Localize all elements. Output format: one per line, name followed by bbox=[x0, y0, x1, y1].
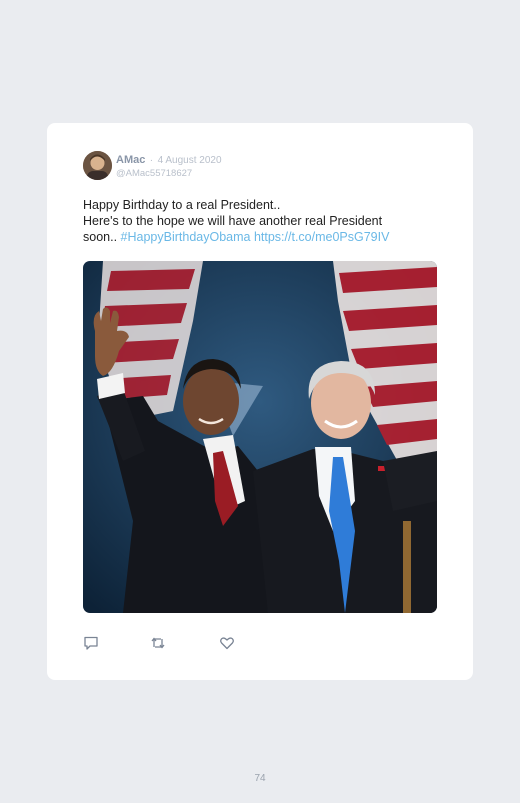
hashtag-link[interactable]: #HappyBirthdayObama bbox=[121, 230, 251, 244]
meta-separator: · bbox=[149, 155, 154, 166]
tweet-date[interactable]: 4 August 2020 bbox=[158, 155, 222, 166]
url-link[interactable]: https://t.co/me0PsG79IV bbox=[254, 230, 389, 244]
tweet-text-line-2: Here's to the hope we will have another … bbox=[83, 214, 383, 228]
avatar[interactable] bbox=[83, 151, 112, 180]
retweet-icon[interactable] bbox=[150, 635, 166, 651]
tweet-text-line-3: soon.. #HappyBirthdayObama https://t.co/… bbox=[83, 229, 423, 245]
heart-icon[interactable] bbox=[219, 635, 235, 651]
avatar-image bbox=[83, 151, 112, 180]
tweet-card: AMac · 4 August 2020 @AMac55718627 Happy… bbox=[47, 123, 473, 680]
tweet-text-line-1: Happy Birthday to a real President.. bbox=[83, 198, 281, 212]
tweet-text: Happy Birthday to a real President.. Her… bbox=[83, 197, 423, 245]
author-handle[interactable]: @AMac55718627 bbox=[116, 168, 222, 180]
page-number: 74 bbox=[254, 773, 266, 784]
tweet-text-prefix: soon.. bbox=[83, 230, 121, 244]
page: AMac · 4 August 2020 @AMac55718627 Happy… bbox=[0, 0, 520, 803]
author-name[interactable]: AMac bbox=[116, 154, 145, 166]
photo-illustration bbox=[83, 261, 437, 613]
tweet-meta: AMac · 4 August 2020 @AMac55718627 bbox=[116, 153, 222, 180]
reply-icon[interactable] bbox=[83, 635, 99, 651]
tweet-photo[interactable] bbox=[83, 261, 437, 613]
